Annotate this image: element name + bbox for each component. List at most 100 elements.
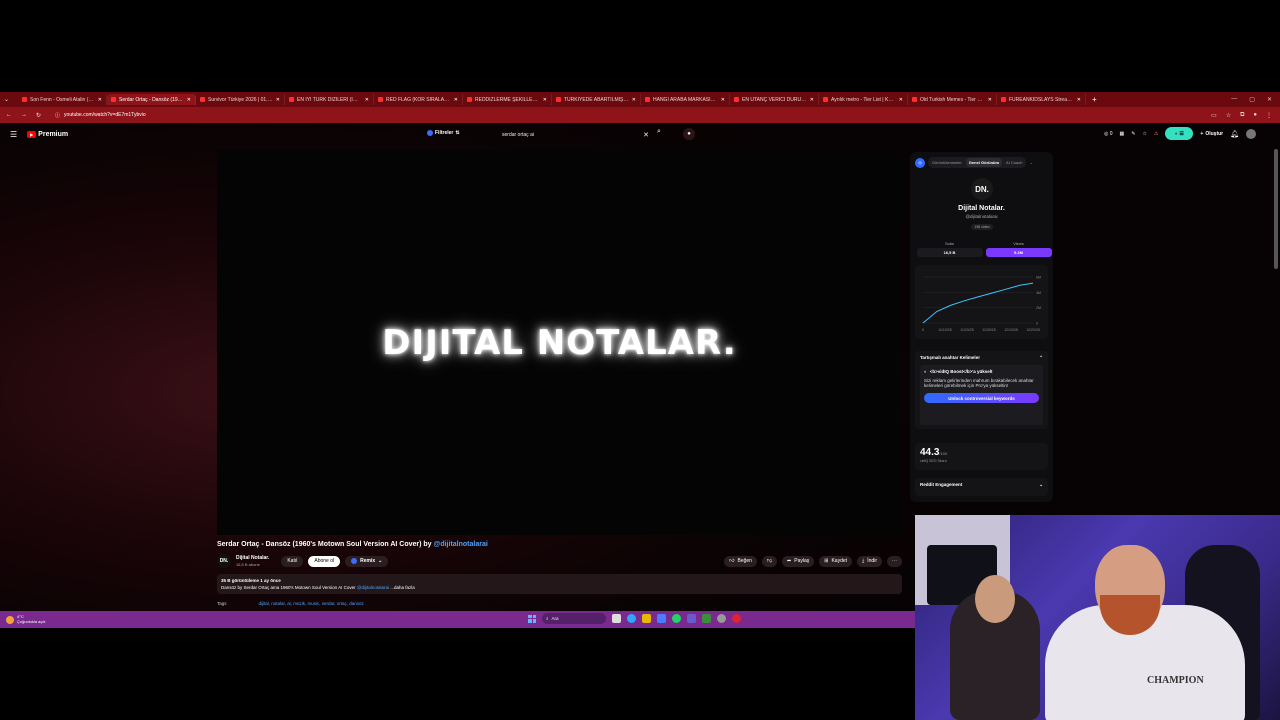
- tags-list[interactable]: dijital, notalar, ai, müzik, music, serd…: [259, 601, 364, 606]
- chevron-down-icon: ⌄: [378, 558, 383, 564]
- site-info-icon[interactable]: ⓘ: [55, 112, 60, 119]
- star-icon[interactable]: ☆: [1142, 131, 1146, 137]
- remix-button[interactable]: Remix ⌄: [345, 555, 389, 567]
- channel-name[interactable]: Dijital Notalar.: [236, 555, 269, 561]
- upgrade-link[interactable]: ⚠: [1154, 131, 1158, 137]
- discord-icon[interactable]: [687, 614, 696, 623]
- video-player[interactable]: DIJITAL NOTALAR.: [217, 150, 902, 535]
- store-icon[interactable]: [657, 614, 666, 623]
- page-scrollbar[interactable]: [1274, 149, 1278, 269]
- browser-tab[interactable]: REDDİZLERME ŞEKİLLERİ (KÖR✕: [463, 94, 552, 105]
- browser-tab[interactable]: Survivor Türkiye 2026 | 01.01.2 ✕: [196, 94, 285, 105]
- clear-search-icon[interactable]: ✕: [643, 131, 649, 139]
- filters-button[interactable]: Filtreler ⇅: [427, 130, 460, 136]
- vidiq-tab[interactable]: Genel Görünüm: [965, 158, 1003, 167]
- maximize-icon[interactable]: ▢: [1249, 96, 1255, 103]
- extensions-icon[interactable]: ⧉: [1240, 112, 1244, 119]
- chrome-icon[interactable]: [732, 614, 741, 623]
- remix-icon: [351, 558, 358, 564]
- vidiq-tab[interactable]: AI Coach: [1003, 158, 1025, 167]
- windows-start-icon[interactable]: [528, 614, 536, 623]
- minimize-icon[interactable]: —: [1231, 96, 1237, 103]
- close-tab-icon[interactable]: ✕: [899, 97, 903, 103]
- collapse-icon[interactable]: ⌃: [1039, 355, 1043, 361]
- browser-tab[interactable]: Old Turkish Memes - Tier List ✕: [908, 94, 997, 105]
- microphone-icon[interactable]: ●: [683, 128, 695, 140]
- browser-tab[interactable]: Son Fenn - Osmeli Atalin (1950 ✕: [18, 94, 107, 105]
- weather-widget[interactable]: 4°C Çoğunlukla açık: [0, 614, 45, 624]
- close-tab-icon[interactable]: ✕: [98, 97, 102, 103]
- vidiq-counter-icon[interactable]: ◎ 0: [1104, 131, 1113, 137]
- vidiq-logo-icon[interactable]: ◎: [915, 157, 925, 168]
- subscribe-button[interactable]: Abone ol: [308, 555, 341, 567]
- profile-icon[interactable]: ●: [1253, 112, 1257, 119]
- browser-tab[interactable]: Serdar Ortaç - Dansöz (1960's Mo✕: [107, 94, 196, 105]
- like-button[interactable]: 👍︎ Beğen: [724, 555, 757, 567]
- close-tab-icon[interactable]: ✕: [365, 97, 369, 103]
- url-field[interactable]: ⓘ youtube.com/watch?v=dE7m1Tybvio: [51, 110, 1181, 121]
- tool-icon[interactable]: ✎: [1131, 131, 1135, 137]
- close-tab-icon[interactable]: ✕: [543, 97, 547, 103]
- task-view-icon[interactable]: [612, 614, 621, 623]
- dislike-button[interactable]: 👎︎: [761, 555, 778, 567]
- show-more-link[interactable]: ...daha fazla: [389, 585, 415, 590]
- description-link[interactable]: @dijitalnotalarai: [357, 585, 389, 590]
- channel-avatar[interactable]: DN.: [217, 554, 231, 568]
- browser-tab[interactable]: Ayrılık metro - Tier List | Kör Sı ✕: [819, 94, 908, 105]
- notifications-icon[interactable]: 🔔︎: [1230, 130, 1239, 138]
- cast-icon[interactable]: ▭: [1211, 112, 1217, 119]
- unlock-keywords-button[interactable]: Unlock controversial keywords: [924, 393, 1039, 403]
- edge-icon[interactable]: [627, 614, 636, 623]
- settings-icon[interactable]: [717, 614, 726, 623]
- close-tab-icon[interactable]: ✕: [721, 97, 725, 103]
- browser-tab[interactable]: TÜRKİYEDE ABARTILMIŞ İÇECEK✕: [552, 94, 641, 105]
- menu-icon[interactable]: ⋮: [1266, 112, 1272, 119]
- description-box[interactable]: 35 B görüntüleme 1 ay önce Dansöz by Ser…: [217, 574, 902, 594]
- save-button[interactable]: ⊞ Kaydet: [819, 555, 853, 567]
- close-tab-icon[interactable]: ✕: [454, 97, 458, 103]
- browser-tab[interactable]: RED FLAG (KÖR SIRALAMA) FT.✕: [374, 94, 463, 105]
- close-tab-icon[interactable]: ✕: [988, 97, 992, 103]
- back-icon[interactable]: ←: [6, 112, 12, 119]
- close-tab-icon[interactable]: ✕: [187, 97, 191, 103]
- file-explorer-icon[interactable]: [642, 614, 651, 623]
- app-icon[interactable]: [702, 614, 711, 623]
- reddit-engagement-card[interactable]: Reddit Engagement ⌄: [915, 478, 1048, 496]
- browser-tab[interactable]: EN İYİ TÜRK DİZİLERİ (IMDB) ✕: [285, 94, 374, 105]
- join-button[interactable]: Katıl: [281, 555, 304, 567]
- close-tab-icon[interactable]: ✕: [1077, 97, 1081, 103]
- new-tab-button[interactable]: +: [1086, 95, 1097, 104]
- download-button[interactable]: ⤓ İndir: [857, 555, 882, 567]
- video-title-link[interactable]: @dijitalnotalarai: [434, 541, 488, 548]
- close-tab-icon[interactable]: ✕: [632, 97, 636, 103]
- share-button[interactable]: ➦ Paylaş: [782, 555, 815, 567]
- download-label: İndir: [867, 558, 877, 564]
- subs-value[interactable]: 16,5 B: [916, 248, 983, 257]
- views-value[interactable]: 5.2M: [985, 248, 1052, 257]
- taskbar-search[interactable]: ⌕ Ara: [542, 613, 606, 624]
- close-window-icon[interactable]: ✕: [1267, 96, 1272, 103]
- expand-icon[interactable]: ⌄: [1029, 160, 1032, 165]
- browser-tab[interactable]: HANGİ ARABA MARKASINI SE ✕: [641, 94, 730, 105]
- create-button[interactable]: + Oluştur: [1200, 131, 1223, 137]
- forward-icon[interactable]: →: [21, 112, 27, 119]
- apps-icon[interactable]: ▦: [1120, 131, 1125, 137]
- tab-search-icon[interactable]: ⌄: [0, 96, 18, 103]
- close-tab-icon[interactable]: ✕: [810, 97, 814, 103]
- search-icon[interactable]: ⌕: [657, 128, 661, 136]
- youtube-logo[interactable]: ▶ Premium: [27, 130, 68, 138]
- close-tab-icon[interactable]: ✕: [276, 97, 280, 103]
- search-input[interactable]: serdar ortaç ai ✕: [497, 128, 653, 141]
- browser-tab[interactable]: FUREANKIDSLAYS Stream - Wa✕: [997, 94, 1086, 105]
- url-text: youtube.com/watch?v=dE7m1Tybvio: [64, 112, 146, 118]
- vidiq-tab[interactable]: Görüntülenmeler: [929, 158, 965, 167]
- vidiq-toggle[interactable]: ◐ ☰: [1165, 127, 1194, 140]
- spotify-icon[interactable]: [672, 614, 681, 623]
- account-avatar[interactable]: [1246, 128, 1256, 139]
- more-button[interactable]: ⋯: [887, 555, 902, 567]
- reload-icon[interactable]: ↻: [36, 112, 41, 119]
- bookmark-icon[interactable]: ☆: [1226, 112, 1231, 119]
- browser-tab[interactable]: EN UTANÇ VERİCİ DURUMLAR✕: [730, 94, 819, 105]
- hamburger-icon[interactable]: ☰: [10, 130, 17, 139]
- tab-title: RED FLAG (KÖR SIRALAMA) FT.: [386, 96, 451, 103]
